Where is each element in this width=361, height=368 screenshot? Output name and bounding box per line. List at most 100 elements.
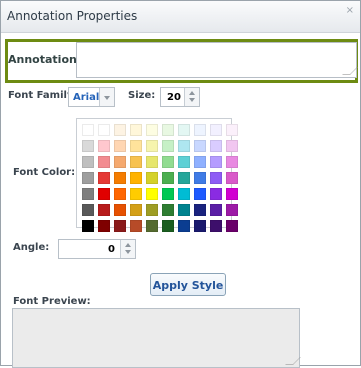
color-swatch[interactable] [226,140,238,152]
color-swatch[interactable] [194,140,206,152]
color-swatch[interactable] [130,156,142,168]
annotation-label: Annotation: [8,53,82,66]
color-swatch[interactable] [178,204,190,216]
color-swatch[interactable] [146,188,158,200]
close-icon[interactable]: × [346,5,354,16]
color-swatch[interactable] [194,172,206,184]
color-swatch[interactable] [210,220,222,232]
color-swatch[interactable] [146,124,158,136]
color-swatch[interactable] [114,204,126,216]
color-swatch[interactable] [194,124,206,136]
dialog-title: Annotation Properties [7,9,138,23]
color-swatch[interactable] [146,220,158,232]
font-color-label: Font Color: [13,167,76,178]
color-swatch[interactable] [226,220,238,232]
color-swatch[interactable] [130,140,142,152]
annotation-properties-dialog: Annotation Properties × Annotation: Font… [0,0,361,368]
color-swatch[interactable] [114,172,126,184]
color-swatch[interactable] [178,188,190,200]
spin-up-icon[interactable] [125,243,131,247]
color-swatch[interactable] [114,156,126,168]
color-swatch[interactable] [162,220,174,232]
color-swatch[interactable] [130,220,142,232]
color-swatch[interactable] [210,140,222,152]
resize-grip-icon[interactable] [285,357,301,365]
color-swatch[interactable] [210,172,222,184]
font-size-stepper[interactable]: 20 [160,87,200,107]
color-swatch[interactable] [178,124,190,136]
color-swatch[interactable] [226,172,238,184]
color-swatch[interactable] [146,156,158,168]
font-family-select[interactable]: Arial [68,87,115,107]
color-swatch[interactable] [162,124,174,136]
color-swatch[interactable] [98,188,110,200]
color-swatch[interactable] [130,204,142,216]
color-swatch[interactable] [146,140,158,152]
color-swatch[interactable] [146,204,158,216]
color-swatch[interactable] [162,140,174,152]
color-swatch[interactable] [226,204,238,216]
angle-stepper[interactable]: 0 [58,239,136,259]
color-swatch[interactable] [194,220,206,232]
font-preview-label: Font Preview: [13,296,91,307]
color-swatch[interactable] [82,172,94,184]
color-swatch[interactable] [130,124,142,136]
spin-down-icon[interactable] [189,98,195,102]
chevron-down-icon[interactable] [99,88,114,106]
color-swatch[interactable] [194,204,206,216]
font-size-value: 20 [167,92,181,103]
color-swatch[interactable] [210,188,222,200]
color-swatch[interactable] [114,220,126,232]
color-swatch[interactable] [98,172,110,184]
color-swatch[interactable] [82,220,94,232]
color-swatch[interactable] [114,124,126,136]
dialog-titlebar: Annotation Properties × [1,1,360,33]
color-swatch[interactable] [98,156,110,168]
font-preview-box [12,308,301,368]
spin-up-icon[interactable] [189,91,195,95]
color-swatch[interactable] [226,124,238,136]
color-swatch[interactable] [210,156,222,168]
color-swatch[interactable] [162,188,174,200]
color-swatch-grid [82,124,238,232]
color-swatch[interactable] [114,188,126,200]
font-size-label: Size: [128,90,156,101]
color-swatch[interactable] [130,188,142,200]
color-swatch[interactable] [226,188,238,200]
resize-grip-icon[interactable] [342,67,358,75]
color-swatch[interactable] [162,156,174,168]
angle-label: Angle: [13,242,50,253]
color-swatch[interactable] [178,220,190,232]
spin-down-icon[interactable] [125,250,131,254]
color-swatch[interactable] [82,156,94,168]
font-color-palette [76,118,238,232]
color-swatch[interactable] [194,188,206,200]
color-swatch[interactable] [162,204,174,216]
apply-style-button[interactable]: Apply Style [150,273,226,296]
annotation-textarea[interactable] [76,42,358,78]
color-swatch[interactable] [210,204,222,216]
color-swatch[interactable] [82,124,94,136]
color-swatch[interactable] [98,220,110,232]
color-swatch[interactable] [82,188,94,200]
color-swatch[interactable] [82,140,94,152]
color-swatch[interactable] [114,140,126,152]
font-size-spinner[interactable] [184,88,199,106]
color-swatch[interactable] [178,172,190,184]
color-swatch[interactable] [226,156,238,168]
color-swatch[interactable] [98,124,110,136]
apply-style-label: Apply Style [152,279,224,292]
color-swatch[interactable] [82,204,94,216]
color-swatch[interactable] [178,140,190,152]
color-swatch[interactable] [98,204,110,216]
font-family-value: Arial [73,92,100,103]
color-swatch[interactable] [98,140,110,152]
color-swatch[interactable] [130,172,142,184]
color-swatch[interactable] [194,156,206,168]
color-swatch[interactable] [146,172,158,184]
color-swatch[interactable] [162,172,174,184]
angle-value: 0 [108,244,115,255]
angle-spinner[interactable] [120,240,135,258]
color-swatch[interactable] [178,156,190,168]
color-swatch[interactable] [210,124,222,136]
